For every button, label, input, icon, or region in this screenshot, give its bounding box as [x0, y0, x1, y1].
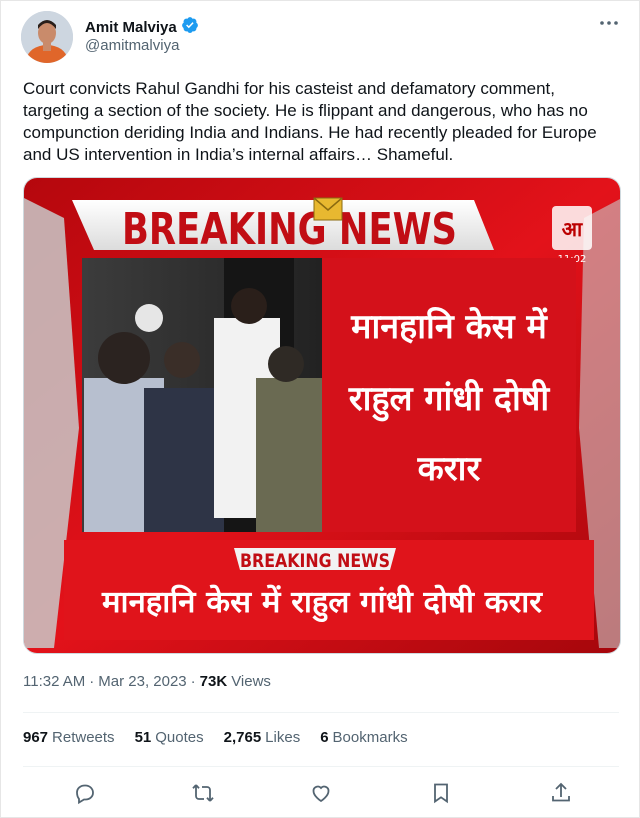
likes-count: 2,765 [223, 729, 262, 746]
author-handle[interactable]: @amitmalviya [85, 37, 179, 54]
bookmarks-label: Bookmarks [332, 729, 408, 746]
retweets-label: Retweets [52, 729, 115, 746]
quotes-count: 51 [134, 729, 152, 746]
divider [23, 712, 619, 713]
retweet-icon[interactable] [191, 781, 215, 805]
bookmarks-stat[interactable]: 6 Bookmarks [320, 729, 407, 746]
retweets-count: 967 [23, 729, 49, 746]
tweet-time[interactable]: 11:32 AM [23, 673, 85, 690]
tweet-date[interactable]: Mar 23, 2023 [98, 673, 186, 690]
meta-separator-2: · [190, 673, 196, 690]
reply-icon[interactable] [73, 781, 97, 805]
more-options-icon[interactable] [597, 13, 621, 33]
like-icon[interactable] [309, 781, 333, 805]
lower-banner-text: BREAKING NEWS [240, 550, 390, 572]
tweet-text: Court convicts Rahul Gandhi for his cast… [23, 79, 602, 164]
likes-label: Likes [265, 729, 301, 746]
headline-line-3: करार [417, 449, 482, 489]
retweets-stat[interactable]: 967 Retweets [23, 729, 115, 746]
quotes-stat[interactable]: 51 Quotes [135, 729, 204, 746]
tweet-card: Amit Malviya @amitmalviya Court convicts… [0, 0, 640, 818]
tweet-header: Amit Malviya @amitmalviya [21, 11, 621, 63]
verified-badge-icon [181, 16, 199, 39]
meta-separator: · [89, 673, 95, 690]
tweet-meta: 11:32 AM · Mar 23, 2023 · 73K Views [23, 673, 271, 690]
envelope-icon [313, 197, 343, 221]
divider-2 [23, 766, 619, 767]
author-name[interactable]: Amit Malviya [85, 19, 177, 36]
likes-stat[interactable]: 2,765 Likes [224, 729, 301, 746]
tweet-media-image[interactable]: BREAKING NEWS आ 11:02 [23, 177, 621, 654]
avatar[interactable] [21, 11, 73, 63]
share-icon[interactable] [549, 781, 573, 805]
views-label: Views [231, 673, 271, 690]
quotes-label: Quotes [155, 729, 204, 746]
bookmark-icon[interactable] [429, 781, 453, 805]
top-banner-text: BREAKING NEWS [122, 204, 457, 255]
headline-line-1: मानहानि केस में [350, 306, 548, 347]
channel-logo-icon: आ [552, 206, 592, 250]
action-bar [23, 771, 619, 815]
views-count: 73K [199, 673, 228, 690]
svg-text:आ: आ [562, 217, 584, 241]
engagement-stats: 967 Retweets 51 Quotes 2,765 Likes 6 Bookmar… [23, 729, 408, 746]
ticker-text: मानहानि केस में राहुल गांधी दोषी करार [101, 584, 544, 623]
bookmarks-count: 6 [320, 729, 329, 746]
headline-line-2: राहुल गांधी दोषी [348, 378, 551, 422]
